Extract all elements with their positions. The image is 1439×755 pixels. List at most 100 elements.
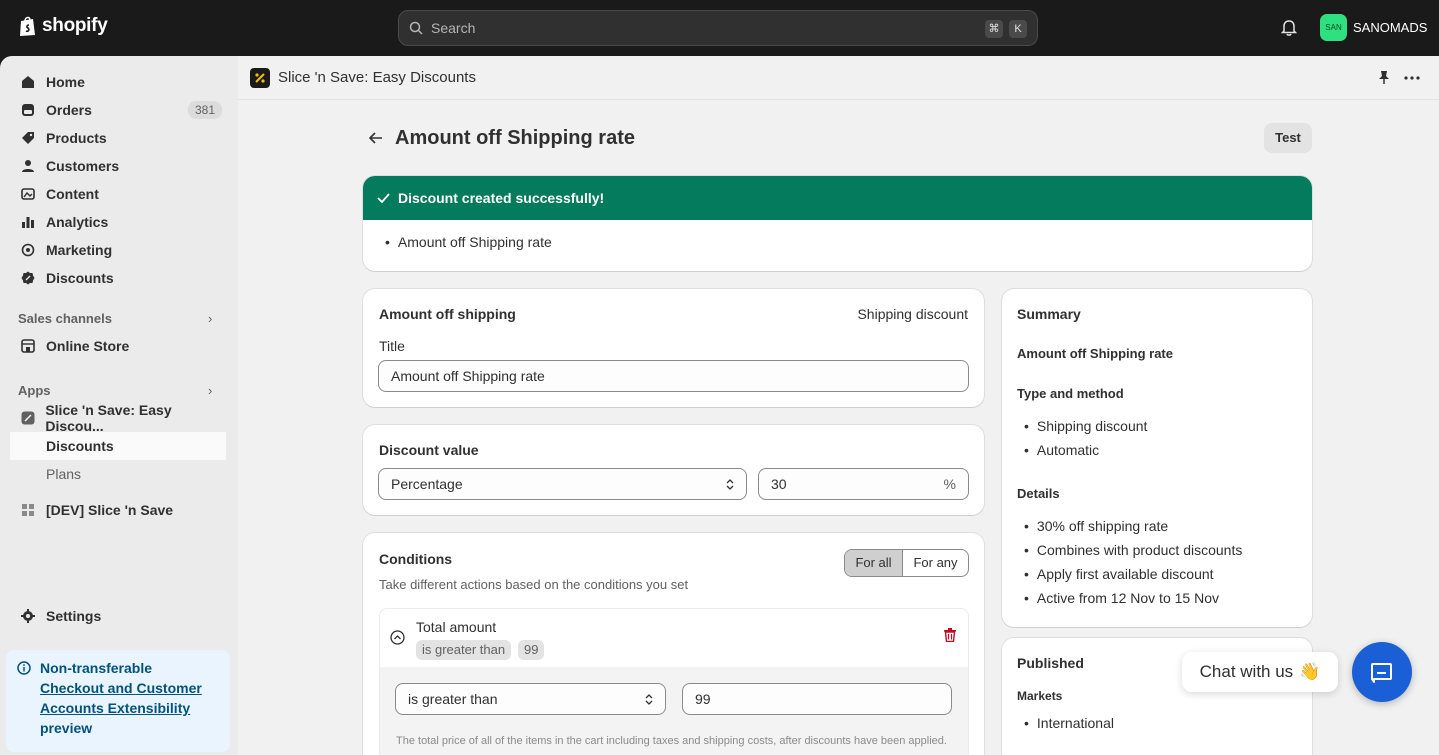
bell-icon[interactable]	[1281, 19, 1297, 36]
app-title: Slice 'n Save: Easy Discounts	[278, 69, 476, 86]
collapse-icon[interactable]	[390, 630, 405, 645]
chat-label: Chat with us	[1199, 662, 1294, 681]
main-content: Slice 'n Save: Easy Discounts Amount off…	[238, 56, 1439, 755]
sidebar-item-label: Discounts	[46, 270, 114, 286]
card-heading: Conditions	[379, 551, 453, 567]
sidebar-subitem-plans[interactable]: Plans	[10, 460, 226, 488]
summary-discount-name: Amount off Shipping rate	[1017, 346, 1173, 361]
shopify-logo[interactable]: shopify	[18, 15, 108, 37]
condition-editor: is greater than 99 The total price of al…	[380, 667, 968, 755]
sidebar-item-online-store[interactable]: Online Store	[10, 332, 226, 360]
sidebar-item-discounts[interactable]: Discounts	[10, 264, 226, 292]
more-options-icon[interactable]	[1404, 76, 1420, 80]
sidebar-item-products[interactable]: Products	[10, 124, 226, 152]
conditions-card: Conditions Take different actions based …	[363, 533, 984, 755]
operator-select[interactable]: is greater than	[395, 683, 666, 715]
summary-card: Summary Amount off Shipping rate Type an…	[1002, 289, 1312, 627]
success-banner: Discount created successfully! Amount of…	[363, 176, 1312, 271]
app-logo-icon	[250, 67, 270, 88]
brand-name: shopify	[42, 15, 108, 36]
sidebar-item-home[interactable]: Home	[10, 68, 226, 96]
sidebar-item-dev-app[interactable]: [DEV] Slice 'n Save	[10, 496, 226, 524]
select-arrows-icon	[726, 479, 734, 490]
sidebar-item-app[interactable]: Slice 'n Save: Easy Discou...	[10, 402, 226, 434]
chart-icon	[20, 214, 36, 230]
notice-title: Non-transferable	[40, 660, 153, 676]
page-title: Amount off Shipping rate	[395, 127, 635, 149]
tag-icon	[20, 130, 36, 146]
value-type-selected: Percentage	[391, 476, 463, 492]
banner-header: Discount created successfully!	[363, 176, 1312, 220]
search-placeholder: Search	[431, 20, 476, 36]
discount-icon	[20, 270, 36, 286]
sidebar-item-customers[interactable]: Customers	[10, 152, 226, 180]
content-icon	[20, 186, 36, 202]
toggle-for-all[interactable]: For all	[845, 550, 903, 576]
sidebar-item-label: Home	[46, 74, 85, 90]
sidebar-item-label: Online Store	[46, 338, 130, 354]
target-icon	[20, 242, 36, 258]
toggle-for-any[interactable]: For any	[903, 550, 968, 576]
discount-amount-input[interactable]: 30 %	[758, 468, 969, 500]
value-tag: 99	[518, 640, 545, 660]
notice-suffix: preview	[40, 720, 93, 736]
sidebar-item-label: Content	[46, 186, 99, 202]
sales-channels-heading[interactable]: Sales channels	[18, 311, 112, 326]
apps-heading[interactable]: Apps	[18, 383, 51, 398]
sidebar-subitem-discounts[interactable]: Discounts	[10, 432, 226, 460]
sidebar-item-label: Products	[46, 130, 107, 146]
search-bar[interactable]: Search ⌘ K	[398, 10, 1038, 46]
sidebar-item-settings[interactable]: Settings	[10, 602, 226, 630]
notice-link[interactable]: Checkout and Customer Accounts Extensibi…	[40, 680, 202, 716]
sidebar-item-label: [DEV] Slice 'n Save	[46, 502, 174, 518]
value-type-select[interactable]: Percentage	[378, 468, 747, 500]
title-input[interactable]: Amount off Shipping rate	[378, 360, 969, 392]
avatar: SAN	[1320, 14, 1347, 41]
test-button[interactable]: Test	[1264, 123, 1312, 153]
chevron-right-icon[interactable]: ›	[208, 311, 212, 326]
person-icon	[20, 158, 36, 174]
app-header: Slice 'n Save: Easy Discounts	[238, 56, 1439, 100]
store-menu[interactable]: SAN SANOMADS	[1320, 14, 1427, 41]
sidebar-item-marketing[interactable]: Marketing	[10, 236, 226, 264]
sidebar-item-label: Analytics	[46, 214, 109, 230]
sidebar-item-label: Customers	[46, 158, 120, 174]
type-method-heading: Type and method	[1017, 386, 1124, 401]
orders-icon	[20, 102, 36, 118]
sidebar-item-analytics[interactable]: Analytics	[10, 208, 226, 236]
summary-list-item: Active from 12 Nov to 15 Nov	[1024, 590, 1219, 606]
sidebar: Home Orders 381 Products Customers Conte…	[0, 56, 238, 755]
trash-icon[interactable]	[944, 628, 956, 642]
grid-icon	[20, 502, 36, 518]
summary-list-item: Shipping discount	[1024, 418, 1148, 434]
summary-list-item: Combines with product discounts	[1024, 542, 1242, 558]
details-heading: Details	[1017, 486, 1060, 501]
card-heading: Published	[1017, 655, 1084, 671]
sidebar-item-content[interactable]: Content	[10, 180, 226, 208]
summary-list-item: Apply first available discount	[1024, 566, 1214, 582]
chevron-right-icon[interactable]: ›	[208, 383, 212, 398]
summary-list-item: Automatic	[1024, 442, 1099, 458]
gear-icon	[20, 608, 36, 624]
conditions-description: Take different actions based on the cond…	[379, 577, 689, 592]
pin-icon[interactable]	[1378, 70, 1390, 85]
shortcut-key-cmd: ⌘	[985, 20, 1003, 38]
sidebar-item-orders[interactable]: Orders 381	[10, 96, 226, 124]
shortcut-key-k: K	[1009, 20, 1027, 38]
condition-value-input[interactable]: 99	[682, 683, 952, 715]
sidebar-item-label: Settings	[46, 608, 102, 624]
market-item: International	[1024, 715, 1114, 731]
chat-launcher-button[interactable]	[1352, 642, 1412, 702]
percent-suffix: %	[943, 476, 956, 492]
operator-tag: is greater than	[416, 640, 512, 660]
condition-title: Total amount	[416, 619, 497, 635]
chat-prompt[interactable]: Chat with us 👋	[1182, 652, 1338, 692]
back-arrow-icon[interactable]	[369, 132, 383, 144]
title-label: Title	[379, 338, 405, 354]
sidebar-item-label: Slice 'n Save: Easy Discou...	[45, 402, 172, 434]
operator-selected: is greater than	[408, 691, 498, 707]
search-icon	[409, 21, 423, 35]
condition-item: Total amount is greater than 99 is great…	[379, 608, 969, 755]
wave-icon: 👋	[1299, 662, 1321, 681]
info-icon	[17, 661, 31, 675]
